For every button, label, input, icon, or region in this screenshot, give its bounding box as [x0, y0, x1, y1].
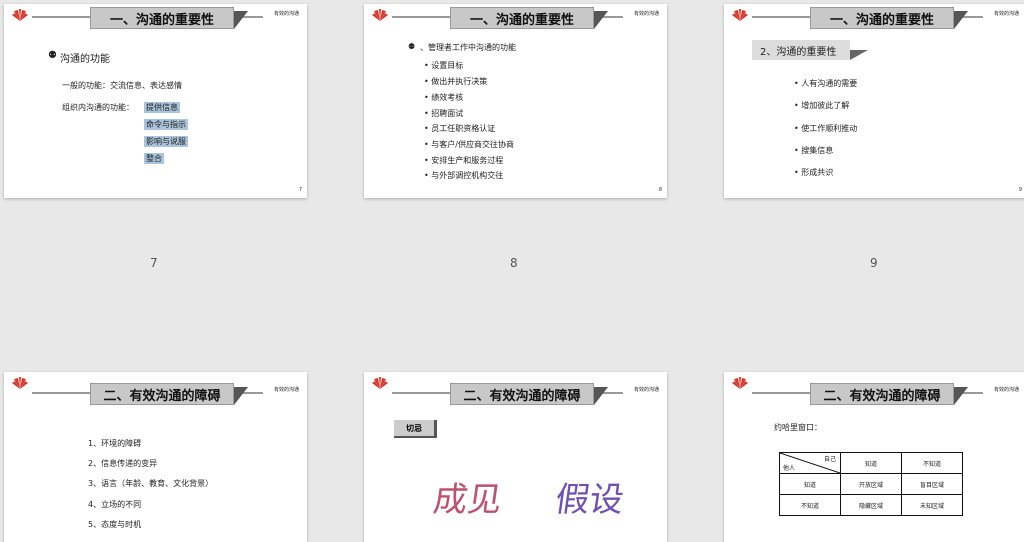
table-row-header: 不知道	[779, 494, 841, 516]
slide-title: 一、沟通的重要性	[810, 7, 954, 29]
slide-thumbnail-10[interactable]: 二、有效沟通的障碍 有效的沟通 1、环境的障碍 2、信息传递的变异 3、语言（年…	[4, 372, 307, 542]
list-item: • 安排生产和服务过程	[424, 156, 504, 165]
page-number: 7	[298, 187, 302, 193]
list-item: • 与外部调控机构交往	[424, 171, 504, 180]
org-item: 命令与指示	[144, 119, 188, 130]
list-item: 4、立场的不同	[88, 500, 142, 509]
huawei-logo-icon	[372, 9, 388, 21]
johari-intro: 约哈里窗口：	[774, 423, 822, 432]
table-cell: 开放区域	[840, 473, 902, 495]
list-item: • 绩效考核	[424, 93, 464, 102]
slide-tag: 有效的沟通	[273, 387, 299, 393]
slide-title: 二、有效沟通的障碍	[810, 383, 954, 405]
org-function-label: 组织内沟通的功能：	[62, 103, 134, 112]
org-item: 影响与说服	[144, 136, 188, 147]
list-item: • 人有沟通的需要	[794, 79, 858, 88]
section-heading: 沟通的功能	[60, 54, 110, 65]
slide-thumbnail-7[interactable]: 一、沟通的重要性 有效的沟通 ⚉ 沟通的功能 一般的功能：交流信息、表达感情 组…	[4, 4, 307, 198]
section-box-shadow	[850, 50, 868, 60]
slide-tag: 有效的沟通	[633, 11, 659, 17]
list-item: 5、态度与时机	[88, 520, 142, 529]
page-number: 8	[658, 187, 662, 193]
huawei-logo-icon	[732, 9, 748, 21]
table-cell: 未知区域	[901, 494, 963, 516]
list-item: • 设置目标	[424, 61, 464, 70]
title-shadow	[234, 11, 248, 29]
list-item: • 做出并执行决策	[424, 77, 488, 86]
list-item: • 增加彼此了解	[794, 101, 850, 110]
bullet-icon: ⚉	[48, 50, 57, 61]
slide-tag: 有效的沟通	[633, 387, 659, 393]
slide-tag: 有效的沟通	[993, 387, 1019, 393]
list-item: • 搜集信息	[794, 146, 834, 155]
section-heading: 、管理者工作中沟通的功能	[420, 43, 516, 52]
slide-thumbnail-12[interactable]: 二、有效沟通的障碍 有效的沟通 约哈里窗口： 自己 他人 知道 不知道 知道 开…	[724, 372, 1024, 542]
slide-thumbnail-8[interactable]: 一、沟通的重要性 有效的沟通 ⚉ 、管理者工作中沟通的功能 • 设置目标 • 做…	[364, 4, 667, 198]
slide-title: 一、沟通的重要性	[450, 7, 594, 29]
slide-tag: 有效的沟通	[993, 11, 1019, 17]
corner-self: 自己	[823, 456, 836, 463]
list-item: • 员工任职资格认证	[424, 124, 496, 133]
table-row-header: 知道	[779, 473, 841, 495]
corner-others: 他人	[783, 465, 796, 472]
list-item: • 使工作顺利推动	[794, 124, 858, 133]
list-item: • 形成共识	[794, 168, 834, 177]
org-item: 提供信息	[144, 102, 180, 113]
bullet-icon: ⚉	[408, 42, 416, 51]
list-item: • 与客户/供应商交往协商	[424, 140, 514, 149]
slide-tag: 有效的沟通	[273, 11, 299, 17]
table-cell: 隐藏区域	[840, 494, 902, 516]
johari-window-table: 自己 他人 知道 不知道 知道 开放区域 盲目区域 不知道 隐藏区域 未知区域	[779, 452, 963, 516]
page-number: 9	[1018, 187, 1022, 193]
slide-title: 一、沟通的重要性	[90, 7, 234, 29]
list-item: 2、信息传递的变异	[88, 459, 158, 468]
slide-thumbnail-11[interactable]: 二、有效沟通的障碍 有效的沟通 切忌 成见 假设	[364, 372, 667, 542]
huawei-logo-icon	[732, 377, 748, 389]
slide-thumbnail-9[interactable]: 一、沟通的重要性 有效的沟通 2、沟通的重要性 • 人有沟通的需要 • 增加彼此…	[724, 4, 1024, 198]
table-header-cell: 不知道	[901, 452, 963, 474]
org-item: 整合	[144, 153, 164, 164]
table-corner-cell: 自己 他人	[779, 452, 841, 474]
title-shadow	[954, 11, 968, 29]
slide-caption: 7	[150, 256, 158, 270]
list-item: • 招聘面试	[424, 109, 464, 118]
list-item: 3、语言（年龄、教育、文化背景）	[88, 479, 214, 488]
title-shadow	[594, 387, 608, 405]
general-function: 一般的功能：交流信息、表达感情	[62, 81, 182, 90]
huawei-logo-icon	[12, 9, 28, 21]
table-cell: 盲目区域	[901, 473, 963, 495]
caution-label: 切忌	[394, 420, 437, 438]
slide-caption: 9	[870, 256, 878, 270]
title-shadow	[234, 387, 248, 405]
table-header-cell: 知道	[840, 452, 902, 474]
title-shadow	[594, 11, 608, 29]
list-item: 1、环境的障碍	[88, 439, 142, 448]
slide-title: 二、有效沟通的障碍	[90, 383, 234, 405]
huawei-logo-icon	[12, 377, 28, 389]
slide-title: 二、有效沟通的障碍	[450, 383, 594, 405]
slide-caption: 8	[510, 256, 518, 270]
title-shadow	[954, 387, 968, 405]
word-art-prejudice: 成见	[430, 480, 505, 520]
word-art-assumption: 假设	[552, 480, 627, 520]
huawei-logo-icon	[372, 377, 388, 389]
section-box: 2、沟通的重要性	[752, 40, 850, 60]
